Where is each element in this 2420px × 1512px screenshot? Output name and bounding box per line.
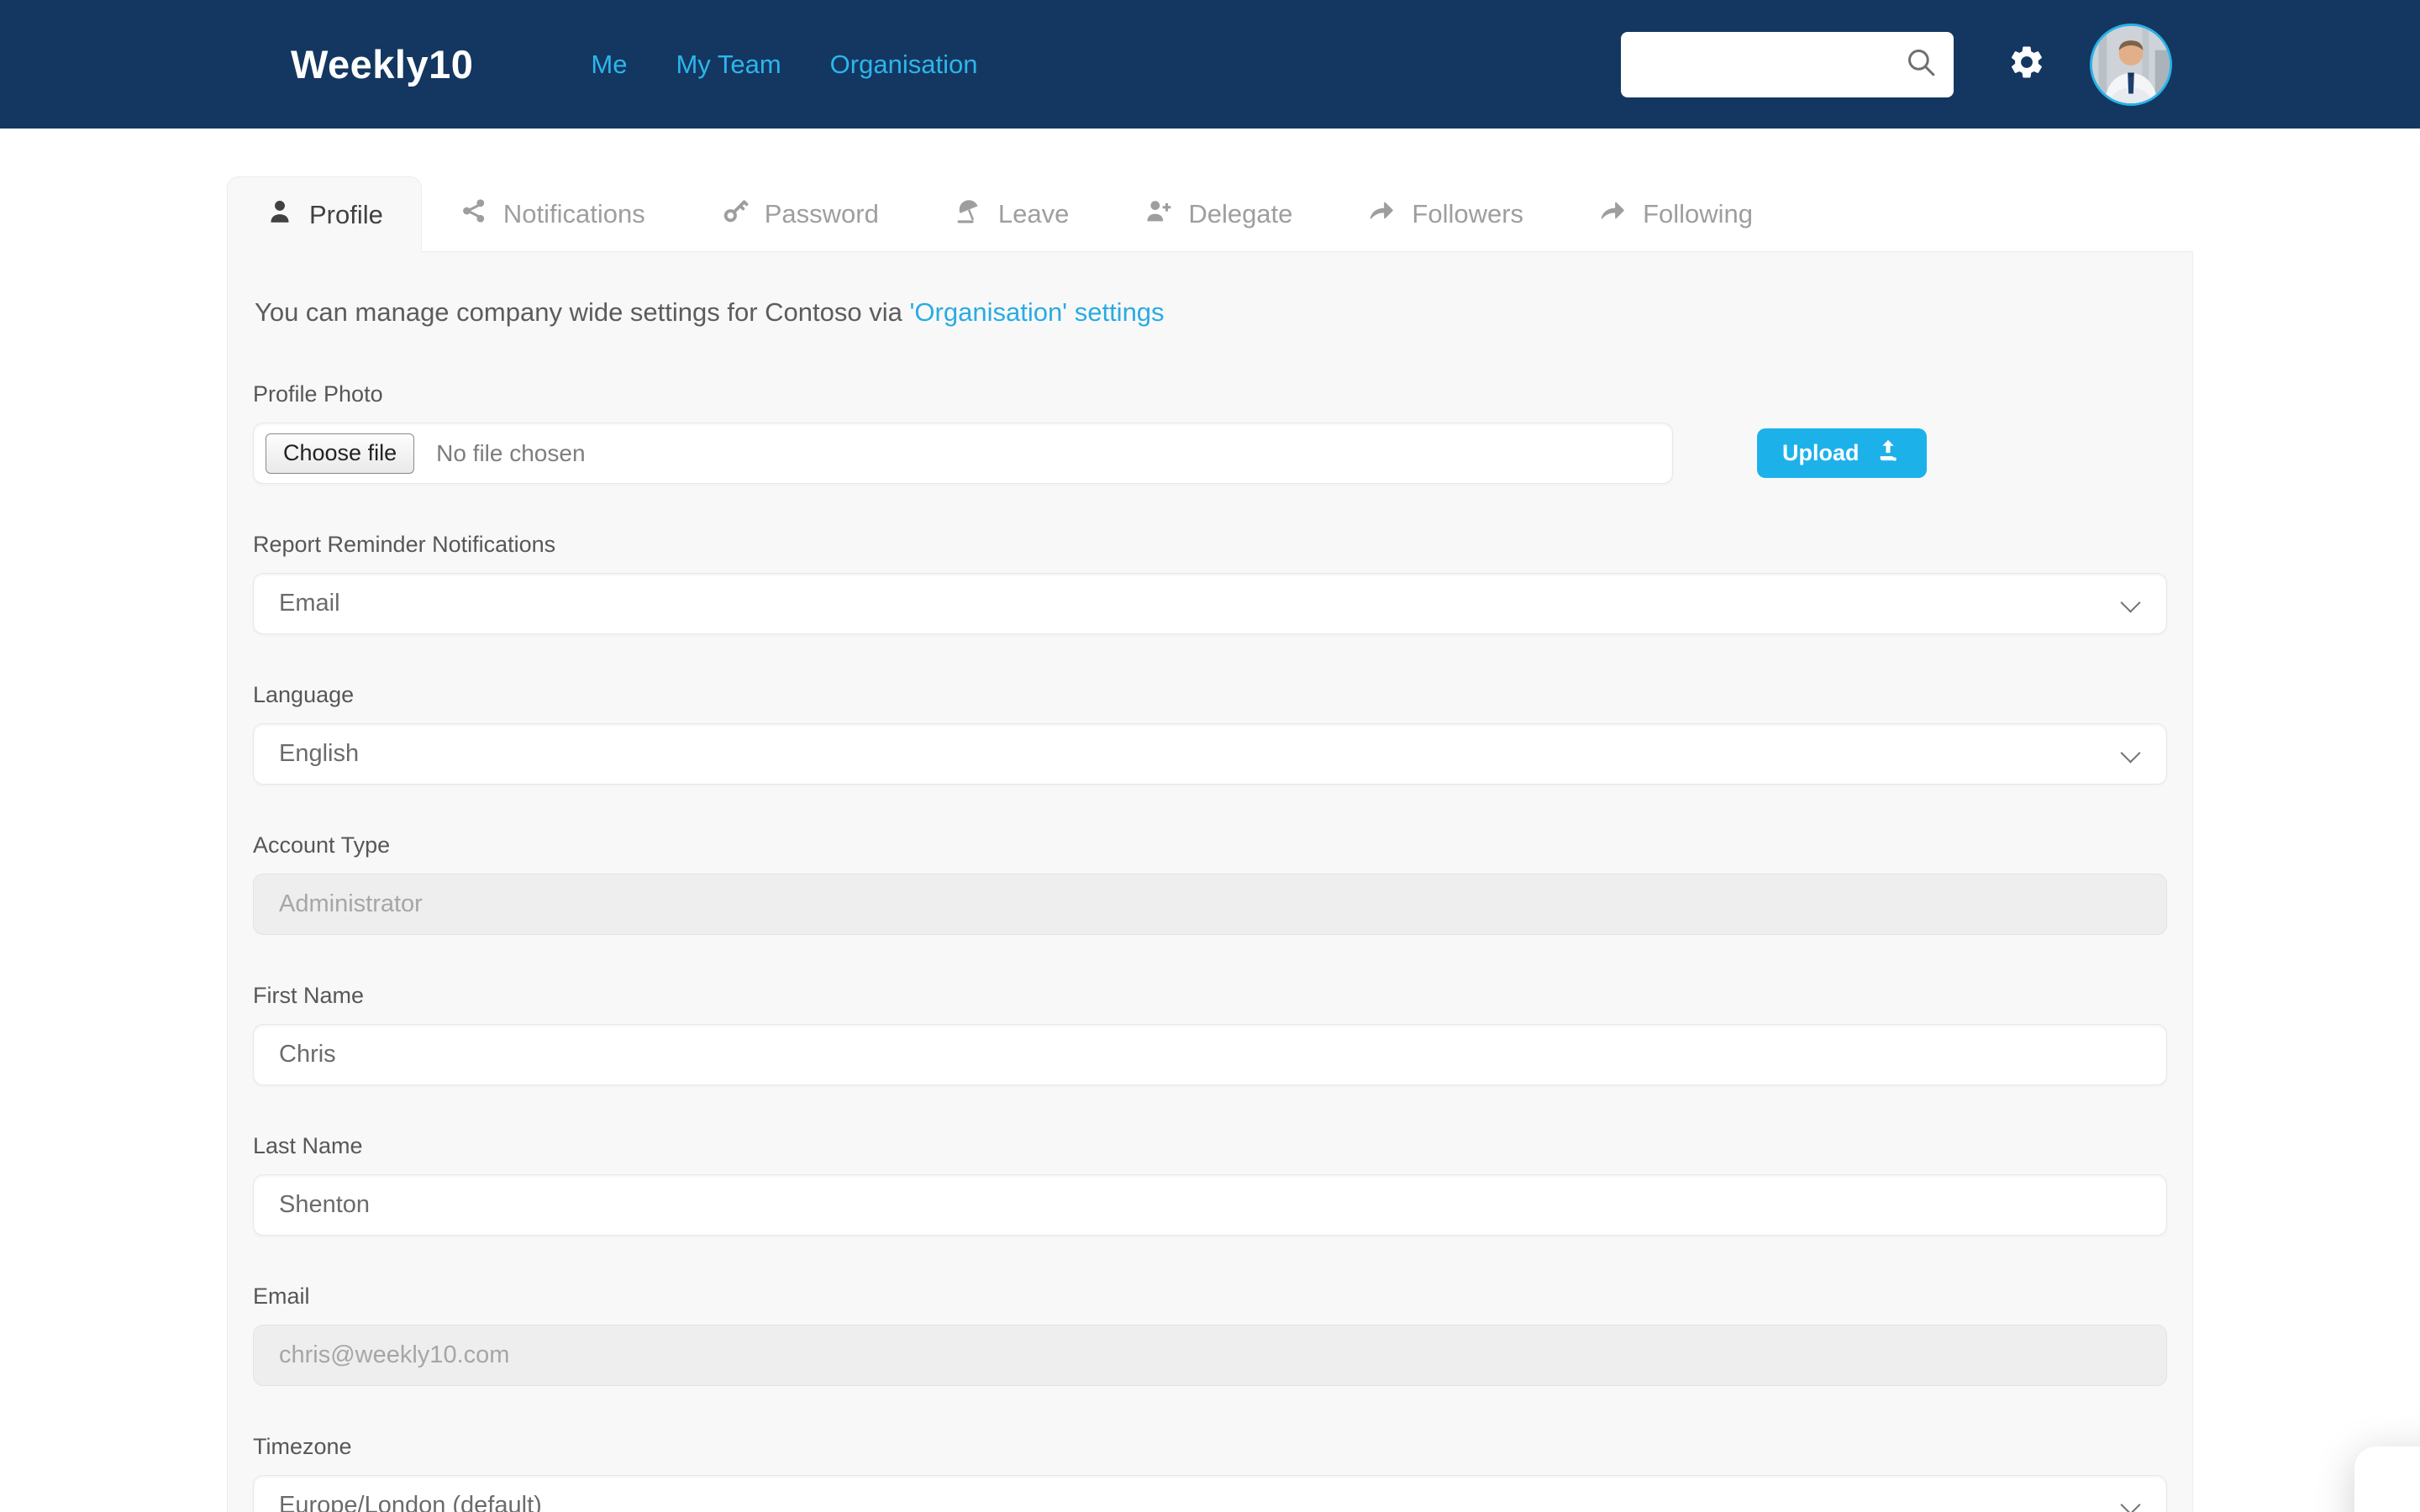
tab-label: Profile	[309, 200, 383, 229]
chevron-down-icon	[2120, 743, 2141, 764]
chevron-down-icon	[2120, 1494, 2141, 1512]
tab-leave[interactable]: Leave	[917, 176, 1107, 252]
last-name-input[interactable]	[253, 1174, 2167, 1236]
forward-arrow-icon	[1368, 197, 1412, 232]
email-input	[253, 1325, 2167, 1386]
tab-label: Followers	[1412, 199, 1524, 228]
tab-label: Password	[764, 199, 879, 228]
search-box	[1621, 31, 1954, 97]
field-language: Language English	[253, 682, 2167, 785]
tab-followers[interactable]: Followers	[1330, 176, 1561, 252]
organisation-settings-link[interactable]: 'Organisation' settings	[910, 297, 1165, 327]
tab-label: Following	[1643, 199, 1754, 228]
nav-item-me[interactable]: Me	[591, 50, 627, 80]
forward-arrow-icon	[1599, 197, 1643, 232]
beach-umbrella-icon	[955, 197, 998, 232]
language-value: English	[279, 740, 360, 767]
chat-widget-bubble[interactable]	[2354, 1446, 2420, 1512]
field-last-name: Last Name	[253, 1133, 2167, 1236]
report-reminder-select[interactable]: Email	[253, 573, 2167, 634]
top-header: Weekly10 Me My Team Organisation	[0, 0, 2420, 129]
last-name-label: Last Name	[253, 1133, 363, 1158]
language-select[interactable]: English	[253, 723, 2167, 785]
timezone-label: Timezone	[253, 1434, 352, 1459]
nav-item-organisation[interactable]: Organisation	[830, 50, 978, 80]
profile-photo-row: Choose file No file chosen Upload	[253, 423, 2167, 484]
account-type-label: Account Type	[253, 832, 391, 858]
email-label: Email	[253, 1284, 310, 1309]
tab-label: Leave	[997, 199, 1070, 228]
report-reminder-value: Email	[279, 590, 340, 617]
tab-label: Delegate	[1188, 199, 1293, 228]
tab-profile[interactable]: Profile	[227, 176, 422, 253]
weekly10-logo[interactable]: Weekly10	[291, 41, 473, 87]
main-nav: Me My Team Organisation	[591, 50, 977, 80]
profile-photo-label: Profile Photo	[253, 381, 383, 407]
language-label: Language	[253, 682, 355, 707]
avatar-photo	[2092, 25, 2170, 103]
intro-text: You can manage company wide settings for…	[255, 297, 902, 327]
key-icon	[721, 197, 765, 232]
choose-file-button[interactable]: Choose file	[266, 433, 415, 474]
chevron-down-icon	[2120, 592, 2141, 613]
field-first-name: First Name	[253, 983, 2167, 1085]
timezone-value: Europe/London (default)	[279, 1492, 542, 1512]
upload-button[interactable]: Upload	[1757, 428, 1927, 478]
org-settings-note: You can manage company wide settings for…	[255, 297, 2167, 328]
upload-button-label: Upload	[1782, 440, 1860, 465]
file-status-text: No file chosen	[436, 439, 586, 466]
file-input[interactable]: Choose file No file chosen	[253, 423, 1673, 484]
profile-settings-panel: You can manage company wide settings for…	[227, 251, 2193, 1512]
tab-following[interactable]: Following	[1561, 176, 1791, 252]
report-reminder-label: Report Reminder Notifications	[253, 532, 556, 557]
field-report-reminder: Report Reminder Notifications Email	[253, 532, 2167, 634]
settings-tabs: Profile Notifications Password Leave Del…	[227, 176, 2420, 253]
share-icon	[460, 197, 503, 232]
user-plus-icon	[1144, 197, 1188, 232]
gear-icon	[2007, 43, 2046, 86]
upload-icon	[1875, 437, 1902, 470]
tab-label: Notifications	[502, 199, 645, 228]
tab-delegate[interactable]: Delegate	[1107, 176, 1330, 252]
search-input[interactable]	[1641, 50, 1903, 78]
user-avatar[interactable]	[2090, 23, 2172, 106]
field-profile-photo: Profile Photo Choose file No file chosen…	[253, 381, 2167, 484]
tab-notifications[interactable]: Notifications	[422, 176, 683, 252]
field-account-type: Account Type	[253, 832, 2167, 935]
nav-item-my-team[interactable]: My Team	[676, 50, 781, 80]
first-name-input[interactable]	[253, 1024, 2167, 1085]
search-icon[interactable]	[1903, 45, 1939, 84]
timezone-select[interactable]: Europe/London (default)	[253, 1475, 2167, 1512]
account-type-input	[253, 874, 2167, 935]
field-timezone: Timezone Europe/London (default)	[253, 1434, 2167, 1512]
user-icon	[266, 197, 309, 233]
settings-gear-button[interactable]	[2007, 43, 2046, 86]
first-name-label: First Name	[253, 983, 365, 1008]
field-email: Email	[253, 1284, 2167, 1386]
tab-password[interactable]: Password	[683, 176, 917, 252]
